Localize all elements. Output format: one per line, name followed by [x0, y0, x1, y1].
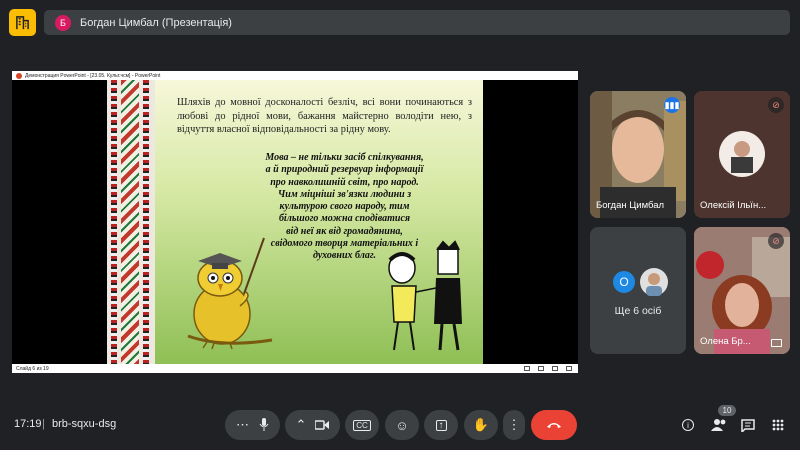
camera-button[interactable]: ⌃ [285, 410, 340, 440]
activities-button[interactable] [763, 410, 793, 440]
participant-name: Олена Бр... [700, 336, 751, 347]
camera-icon [315, 420, 330, 430]
powerpoint-title-bar: Демонстрация PowerPoint - [23.05. Культ.… [12, 71, 578, 80]
mic-button[interactable]: ⋯ [225, 410, 280, 440]
presenter-title: Богдан Цимбал (Презентація) [80, 16, 232, 29]
reading-view-icon[interactable] [552, 366, 558, 371]
chat-icon [741, 418, 755, 432]
cartoon-people-illustration [388, 240, 462, 351]
more-vertical-icon: ⋮ [507, 417, 521, 432]
mic-off-icon: ⊘ [768, 97, 784, 113]
slideshow-view-icon[interactable] [566, 366, 572, 371]
end-call-icon [547, 423, 561, 428]
participant-tile-olena[interactable]: ⊘ Олена Бр... [694, 227, 790, 354]
slide-sorter-icon[interactable] [538, 366, 544, 371]
participant-name: Богдан Цимбал [596, 200, 665, 211]
normal-view-icon[interactable] [524, 366, 530, 371]
others-tile[interactable]: О Ще 6 осіб [590, 227, 686, 354]
present-button[interactable]: ↑ [424, 410, 458, 440]
border-stripe [143, 80, 149, 364]
captions-icon: CC [353, 419, 371, 431]
mic-icon [259, 418, 269, 431]
info-icon: i [682, 419, 694, 431]
building-icon [16, 16, 29, 30]
meeting-info-button[interactable]: i [673, 410, 703, 440]
presenter-avatar: Б [55, 14, 71, 31]
powerpoint-window-title: Демонстрация PowerPoint - [23.05. Культ.… [25, 72, 161, 79]
shared-presentation[interactable]: Демонстрация PowerPoint - [23.05. Культ.… [12, 71, 578, 373]
others-count-label: Ще 6 осіб [614, 305, 662, 317]
chevron-up-icon[interactable]: ⌃ [296, 417, 307, 433]
divider: | [42, 418, 45, 430]
border-stripe [111, 80, 117, 364]
mic-off-icon: ⊘ [768, 233, 784, 249]
slide-paragraph-intro: Шляхів до мовної досконалості безліч, вс… [177, 97, 472, 136]
people-icon [711, 419, 726, 431]
reactions-button[interactable]: ☺ [385, 410, 419, 440]
screen-share-icon [771, 339, 782, 347]
hand-icon: ✋ [472, 417, 490, 432]
slide-counter: Слайд 6 из 19 [16, 365, 49, 372]
more-button[interactable]: ⋮ [503, 410, 525, 440]
speaking-indicator-icon: ▮▮▮ [664, 97, 680, 113]
meeting-code: brb-sqxu-dsg [52, 418, 117, 430]
present-screen-icon: ↑ [435, 419, 447, 431]
participant-avatar: О [613, 271, 635, 293]
embroidery-border [107, 80, 155, 364]
app-logo[interactable] [9, 9, 36, 36]
participant-tile-oleksii[interactable]: ⊘ Олексій Ільїн... [694, 91, 790, 218]
more-options-icon[interactable]: ⋯ [236, 417, 249, 433]
slide: Шляхів до мовної досконалості безліч, вс… [107, 80, 483, 364]
participant-avatar-photo [640, 268, 668, 296]
owl-professor-illustration [187, 237, 273, 350]
powerpoint-status-bar: Слайд 6 из 19 [12, 364, 578, 373]
apps-grid-icon [772, 419, 784, 431]
clock: 17:19 [14, 418, 42, 430]
emoji-icon: ☺ [395, 417, 409, 433]
border-ornament [121, 80, 139, 364]
presentation-title-bar[interactable]: Б Богдан Цимбал (Презентація) [44, 10, 790, 35]
raise-hand-button[interactable]: ✋ [464, 410, 498, 440]
captions-button[interactable]: CC [345, 410, 379, 440]
chat-button[interactable] [733, 410, 763, 440]
powerpoint-icon [16, 72, 22, 79]
participant-name: Олексій Ільїн... [700, 200, 767, 211]
participant-tile-bogdan[interactable]: ▮▮▮ Богдан Цимбал [590, 91, 686, 218]
leave-call-button[interactable] [531, 410, 577, 440]
